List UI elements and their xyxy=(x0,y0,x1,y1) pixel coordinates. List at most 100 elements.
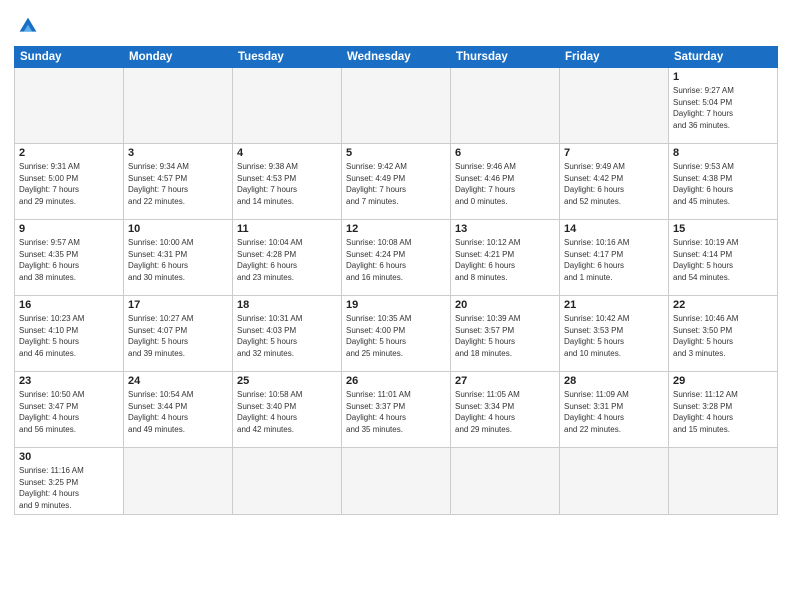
day-info: Sunrise: 11:12 AM Sunset: 3:28 PM Daylig… xyxy=(673,389,773,435)
day-number: 13 xyxy=(455,223,555,235)
calendar-cell: 1 Sunrise: 9:27 AM Sunset: 5:04 PM Daylig… xyxy=(669,68,778,144)
calendar-cell xyxy=(342,68,451,144)
day-number: 11 xyxy=(237,223,337,235)
day-number: 3 xyxy=(128,147,228,159)
day-info: Sunrise: 10:54 AM Sunset: 3:44 PM Daylig… xyxy=(128,389,228,435)
calendar-cell: 24 Sunrise: 10:54 AM Sunset: 3:44 PM Dayl… xyxy=(124,372,233,448)
weekday-header-friday: Friday xyxy=(560,47,669,68)
calendar-cell: 4Sunrise: 9:38 AM Sunset: 4:53 PM Daylig… xyxy=(233,144,342,220)
calendar-cell xyxy=(233,68,342,144)
week-row-2: 2 Sunrise: 9:31 AM Sunset: 5:00 PM Daylig… xyxy=(15,144,778,220)
calendar-cell: 14 Sunrise: 10:16 AM Sunset: 4:17 PM Dayl… xyxy=(560,220,669,296)
day-info: Sunrise: 11:16 AM Sunset: 3:25 PM Daylig… xyxy=(19,465,119,511)
day-info: Sunrise: 9:27 AM Sunset: 5:04 PM Dayligh… xyxy=(673,85,773,131)
day-info: Sunrise: 9:31 AM Sunset: 5:00 PM Dayligh… xyxy=(19,161,119,207)
weekday-header-sunday: Sunday xyxy=(15,47,124,68)
calendar-cell: 18 Sunrise: 10:31 AM Sunset: 4:03 PM Dayl… xyxy=(233,296,342,372)
day-number: 6 xyxy=(455,147,555,159)
calendar-cell xyxy=(451,448,560,515)
calendar-cell xyxy=(124,68,233,144)
calendar-cell: 10 Sunrise: 10:00 AM Sunset: 4:31 PM Dayl… xyxy=(124,220,233,296)
day-info: Sunrise: 10:04 AM Sunset: 4:28 PM Daylig… xyxy=(237,237,337,283)
day-info: Sunrise: 10:00 AM Sunset: 4:31 PM Daylig… xyxy=(128,237,228,283)
day-number: 19 xyxy=(346,299,446,311)
day-number: 12 xyxy=(346,223,446,235)
day-number: 8 xyxy=(673,147,773,159)
calendar-cell: 27Sunrise: 11:05 AM Sunset: 3:34 PM Dayl… xyxy=(451,372,560,448)
calendar-cell xyxy=(15,68,124,144)
week-row-5: 23 Sunrise: 10:50 AM Sunset: 3:47 PM Dayl… xyxy=(15,372,778,448)
day-info: Sunrise: 9:34 AM Sunset: 4:57 PM Dayligh… xyxy=(128,161,228,207)
calendar-cell xyxy=(560,448,669,515)
day-number: 16 xyxy=(19,299,119,311)
calendar-cell: 8 Sunrise: 9:53 AM Sunset: 4:38 PM Daylig… xyxy=(669,144,778,220)
day-info: Sunrise: 10:58 AM Sunset: 3:40 PM Daylig… xyxy=(237,389,337,435)
logo-icon xyxy=(14,12,42,40)
calendar-cell: 13 Sunrise: 10:12 AM Sunset: 4:21 PM Dayl… xyxy=(451,220,560,296)
day-number: 30 xyxy=(19,451,119,463)
calendar-cell: 28 Sunrise: 11:09 AM Sunset: 3:31 PM Dayl… xyxy=(560,372,669,448)
day-number: 24 xyxy=(128,375,228,387)
day-info: Sunrise: 10:27 AM Sunset: 4:07 PM Daylig… xyxy=(128,313,228,359)
day-number: 2 xyxy=(19,147,119,159)
day-number: 20 xyxy=(455,299,555,311)
day-number: 9 xyxy=(19,223,119,235)
calendar-cell: 23 Sunrise: 10:50 AM Sunset: 3:47 PM Dayl… xyxy=(15,372,124,448)
weekday-header-monday: Monday xyxy=(124,47,233,68)
day-number: 28 xyxy=(564,375,664,387)
calendar-cell xyxy=(669,448,778,515)
calendar-cell: 12Sunrise: 10:08 AM Sunset: 4:24 PM Dayl… xyxy=(342,220,451,296)
calendar-cell: 3 Sunrise: 9:34 AM Sunset: 4:57 PM Daylig… xyxy=(124,144,233,220)
calendar-cell: 21Sunrise: 10:42 AM Sunset: 3:53 PM Dayl… xyxy=(560,296,669,372)
calendar-cell xyxy=(451,68,560,144)
calendar-cell: 17Sunrise: 10:27 AM Sunset: 4:07 PM Dayl… xyxy=(124,296,233,372)
day-info: Sunrise: 9:49 AM Sunset: 4:42 PM Dayligh… xyxy=(564,161,664,207)
calendar-cell: 6Sunrise: 9:46 AM Sunset: 4:46 PM Daylig… xyxy=(451,144,560,220)
week-row-4: 16Sunrise: 10:23 AM Sunset: 4:10 PM Dayl… xyxy=(15,296,778,372)
weekday-header-saturday: Saturday xyxy=(669,47,778,68)
calendar-cell xyxy=(560,68,669,144)
day-number: 1 xyxy=(673,71,773,83)
calendar-cell: 26Sunrise: 11:01 AM Sunset: 3:37 PM Dayl… xyxy=(342,372,451,448)
day-info: Sunrise: 9:57 AM Sunset: 4:35 PM Dayligh… xyxy=(19,237,119,283)
calendar-cell: 15Sunrise: 10:19 AM Sunset: 4:14 PM Dayl… xyxy=(669,220,778,296)
day-info: Sunrise: 10:35 AM Sunset: 4:00 PM Daylig… xyxy=(346,313,446,359)
day-number: 18 xyxy=(237,299,337,311)
calendar-cell xyxy=(233,448,342,515)
day-info: Sunrise: 9:53 AM Sunset: 4:38 PM Dayligh… xyxy=(673,161,773,207)
calendar-cell: 29 Sunrise: 11:12 AM Sunset: 3:28 PM Dayl… xyxy=(669,372,778,448)
calendar-cell: 19 Sunrise: 10:35 AM Sunset: 4:00 PM Dayl… xyxy=(342,296,451,372)
day-number: 25 xyxy=(237,375,337,387)
weekday-header-wednesday: Wednesday xyxy=(342,47,451,68)
day-info: Sunrise: 11:09 AM Sunset: 3:31 PM Daylig… xyxy=(564,389,664,435)
week-row-3: 9 Sunrise: 9:57 AM Sunset: 4:35 PM Daylig… xyxy=(15,220,778,296)
calendar-cell: 25 Sunrise: 10:58 AM Sunset: 3:40 PM Dayl… xyxy=(233,372,342,448)
day-number: 29 xyxy=(673,375,773,387)
day-info: Sunrise: 10:42 AM Sunset: 3:53 PM Daylig… xyxy=(564,313,664,359)
calendar: SundayMondayTuesdayWednesdayThursdayFrid… xyxy=(14,46,778,515)
week-row-6: 30 Sunrise: 11:16 AM Sunset: 3:25 PM Dayl… xyxy=(15,448,778,515)
calendar-cell: 16Sunrise: 10:23 AM Sunset: 4:10 PM Dayl… xyxy=(15,296,124,372)
calendar-cell xyxy=(342,448,451,515)
calendar-cell xyxy=(124,448,233,515)
day-info: Sunrise: 10:16 AM Sunset: 4:17 PM Daylig… xyxy=(564,237,664,283)
day-info: Sunrise: 10:46 AM Sunset: 3:50 PM Daylig… xyxy=(673,313,773,359)
calendar-cell: 20Sunrise: 10:39 AM Sunset: 3:57 PM Dayl… xyxy=(451,296,560,372)
header xyxy=(14,12,778,40)
day-number: 4 xyxy=(237,147,337,159)
calendar-cell: 2 Sunrise: 9:31 AM Sunset: 5:00 PM Daylig… xyxy=(15,144,124,220)
day-info: Sunrise: 10:50 AM Sunset: 3:47 PM Daylig… xyxy=(19,389,119,435)
calendar-cell: 30 Sunrise: 11:16 AM Sunset: 3:25 PM Dayl… xyxy=(15,448,124,515)
day-info: Sunrise: 11:01 AM Sunset: 3:37 PM Daylig… xyxy=(346,389,446,435)
weekday-header-tuesday: Tuesday xyxy=(233,47,342,68)
day-number: 22 xyxy=(673,299,773,311)
day-number: 10 xyxy=(128,223,228,235)
day-number: 23 xyxy=(19,375,119,387)
day-number: 15 xyxy=(673,223,773,235)
day-number: 14 xyxy=(564,223,664,235)
day-info: Sunrise: 10:12 AM Sunset: 4:21 PM Daylig… xyxy=(455,237,555,283)
day-number: 27 xyxy=(455,375,555,387)
weekday-header-row: SundayMondayTuesdayWednesdayThursdayFrid… xyxy=(15,47,778,68)
logo xyxy=(14,12,46,40)
day-info: Sunrise: 10:31 AM Sunset: 4:03 PM Daylig… xyxy=(237,313,337,359)
